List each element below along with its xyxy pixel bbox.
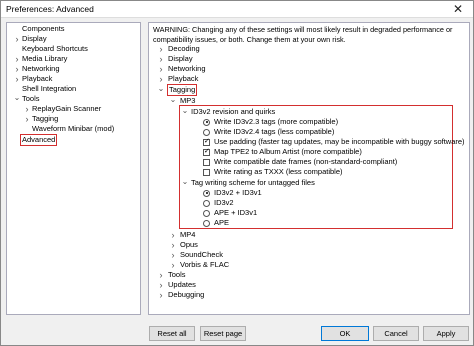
collapse-icon[interactable] <box>181 178 189 188</box>
reset-page-button[interactable]: Reset page <box>200 326 246 341</box>
radio-selected[interactable] <box>203 118 210 126</box>
expand-icon[interactable] <box>13 74 21 84</box>
expand-icon[interactable] <box>169 260 177 270</box>
tree-item-label: ReplayGain Scanner <box>32 104 102 113</box>
cancel-button[interactable]: Cancel <box>373 326 419 341</box>
expand-icon[interactable] <box>157 44 165 54</box>
title-bar: Preferences: Advanced ✕ <box>1 1 473 18</box>
tree-item-label: Networking <box>22 64 60 73</box>
window-title: Preferences: Advanced <box>6 4 94 14</box>
node-label: SoundCheck <box>180 250 223 259</box>
node-label: Decoding <box>168 44 200 53</box>
expand-icon[interactable] <box>169 250 177 260</box>
group-label: Tag writing scheme for untagged files <box>191 178 315 187</box>
collapse-icon[interactable] <box>169 96 177 106</box>
tree-item-label: Media Library <box>22 54 68 63</box>
collapse-icon[interactable] <box>181 107 189 117</box>
radio-selected[interactable] <box>203 189 210 197</box>
node-label: Updates <box>168 280 196 289</box>
option-label: APE <box>214 218 230 227</box>
node-label: Opus <box>180 240 198 249</box>
node-label: Tools <box>168 270 186 279</box>
group-label: ID3v2 revision and quirks <box>191 107 276 116</box>
tree-item-label: Playback <box>22 74 53 83</box>
radio-unselected[interactable] <box>203 199 210 207</box>
node-label: Networking <box>168 64 206 73</box>
node-label: Display <box>168 54 193 63</box>
expand-icon[interactable] <box>157 290 165 300</box>
expand-icon[interactable] <box>23 104 31 114</box>
option-label: ID3v2 <box>214 198 234 207</box>
option-label: Write compatible date frames (non-standa… <box>214 157 398 166</box>
tree-item-label: Shell Integration <box>22 84 77 93</box>
tree-item-label: Display <box>22 34 47 43</box>
expand-icon[interactable] <box>23 114 31 124</box>
close-icon[interactable]: ✕ <box>443 1 473 18</box>
checkbox-unchecked[interactable] <box>203 168 210 176</box>
tree-item-label: Waveform Minibar (mod) <box>32 124 115 133</box>
tree-item-label: Advanced <box>20 134 58 146</box>
advanced-settings-panel: WARNING: Changing any of these settings … <box>148 22 470 315</box>
ok-button[interactable]: OK <box>321 326 369 341</box>
radio-unselected[interactable] <box>203 209 210 217</box>
option-label: Map TPE2 to Album Artist (more compatibl… <box>214 147 362 156</box>
expand-icon[interactable] <box>169 230 177 240</box>
expand-icon[interactable] <box>157 74 165 84</box>
node-label: Debugging <box>168 290 205 299</box>
tree-item-label: Tools <box>22 94 40 103</box>
checkbox-checked[interactable] <box>203 137 210 147</box>
option-label: Use padding (faster tag updates, may be … <box>214 137 465 146</box>
node-label: Vorbis & FLAC <box>180 260 230 269</box>
tree-item-label: Tagging <box>32 114 59 123</box>
expand-icon[interactable] <box>13 34 21 44</box>
option-label: Write ID3v2.3 tags (more compatible) <box>214 117 339 126</box>
preferences-window: Preferences: Advanced ✕ Components Displ… <box>0 0 474 346</box>
checkbox-unchecked[interactable] <box>203 158 210 166</box>
radio-unselected[interactable] <box>203 219 210 227</box>
expand-icon[interactable] <box>157 270 165 280</box>
radio-unselected[interactable] <box>203 128 210 136</box>
tree-item-label: Keyboard Shortcuts <box>22 44 88 53</box>
checkbox-checked[interactable] <box>203 147 210 157</box>
option-label: ID3v2 + ID3v1 <box>214 188 262 197</box>
node-label: MP4 <box>180 230 196 239</box>
collapse-icon[interactable] <box>157 85 165 95</box>
reset-all-button[interactable]: Reset all <box>149 326 195 341</box>
node-label: Playback <box>168 74 199 83</box>
option-label: Write ID3v2.4 tags (less compatible) <box>214 127 335 136</box>
expand-icon[interactable] <box>169 240 177 250</box>
preferences-tree: Components Display Keyboard Shortcuts Me… <box>6 22 141 315</box>
warning-text: WARNING: Changing any of these settings … <box>153 25 453 44</box>
option-label: Write rating as TXXX (less compatible) <box>214 167 343 176</box>
expand-icon[interactable] <box>157 64 165 74</box>
expand-icon[interactable] <box>157 280 165 290</box>
expand-icon[interactable] <box>13 64 21 74</box>
expand-icon[interactable] <box>13 54 21 64</box>
option-label: APE + ID3v1 <box>214 208 258 217</box>
tree-item-label: Components <box>22 24 65 33</box>
expand-icon[interactable] <box>157 54 165 64</box>
collapse-icon[interactable] <box>13 94 21 104</box>
apply-button[interactable]: Apply <box>423 326 469 341</box>
